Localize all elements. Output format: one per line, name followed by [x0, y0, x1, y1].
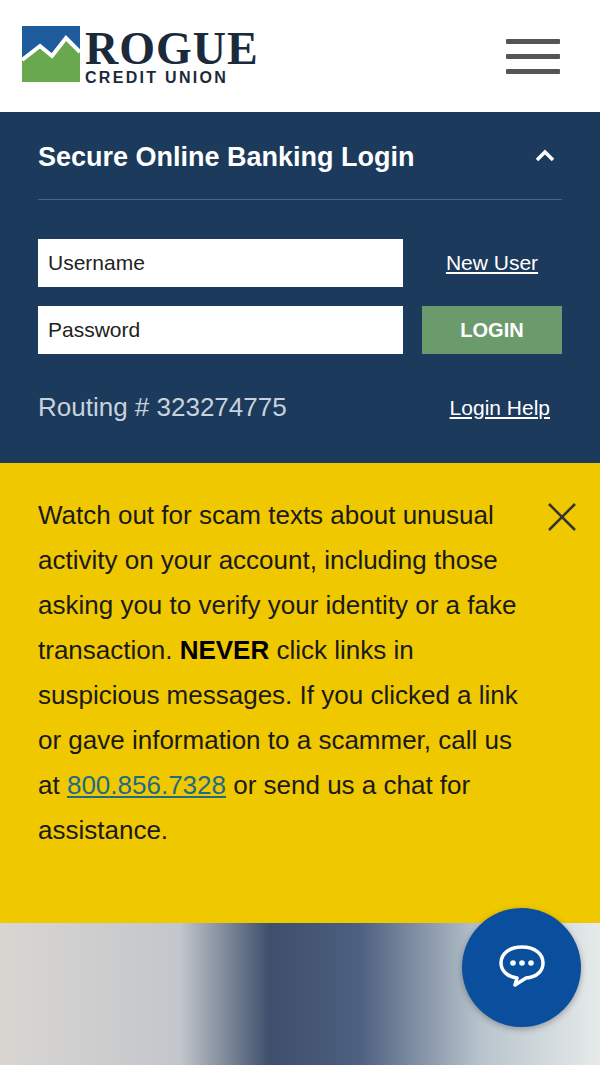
site-header: ROGUECREDIT UNION	[0, 0, 600, 112]
phone-link[interactable]: 800.856.7328	[67, 770, 226, 800]
logo[interactable]: ROGUECREDIT UNION	[22, 26, 259, 86]
password-input[interactable]	[38, 306, 403, 354]
alert-emphasis: NEVER	[180, 635, 270, 665]
chat-icon	[498, 944, 546, 992]
new-user-link[interactable]: New User	[446, 251, 538, 275]
scam-alert: Watch out for scam texts about unusual a…	[0, 463, 600, 923]
logo-name: ROGUE	[85, 26, 259, 72]
chevron-icon[interactable]	[534, 145, 556, 171]
mountain-icon	[22, 26, 80, 86]
alert-text: Watch out for scam texts about unusual a…	[38, 493, 530, 923]
routing-number: Routing # 323274775	[38, 392, 287, 423]
login-panel: Secure Online Banking Login New User LOGIN…	[0, 112, 600, 463]
login-title: Secure Online Banking Login	[38, 142, 415, 173]
login-button[interactable]: LOGIN	[422, 306, 562, 354]
menu-icon[interactable]	[506, 39, 560, 74]
logo-subtitle: CREDIT UNION	[85, 70, 259, 86]
close-icon[interactable]	[546, 501, 578, 923]
chat-button[interactable]	[462, 908, 581, 1027]
login-help-link[interactable]: Login Help	[450, 396, 550, 420]
username-input[interactable]	[38, 239, 403, 287]
